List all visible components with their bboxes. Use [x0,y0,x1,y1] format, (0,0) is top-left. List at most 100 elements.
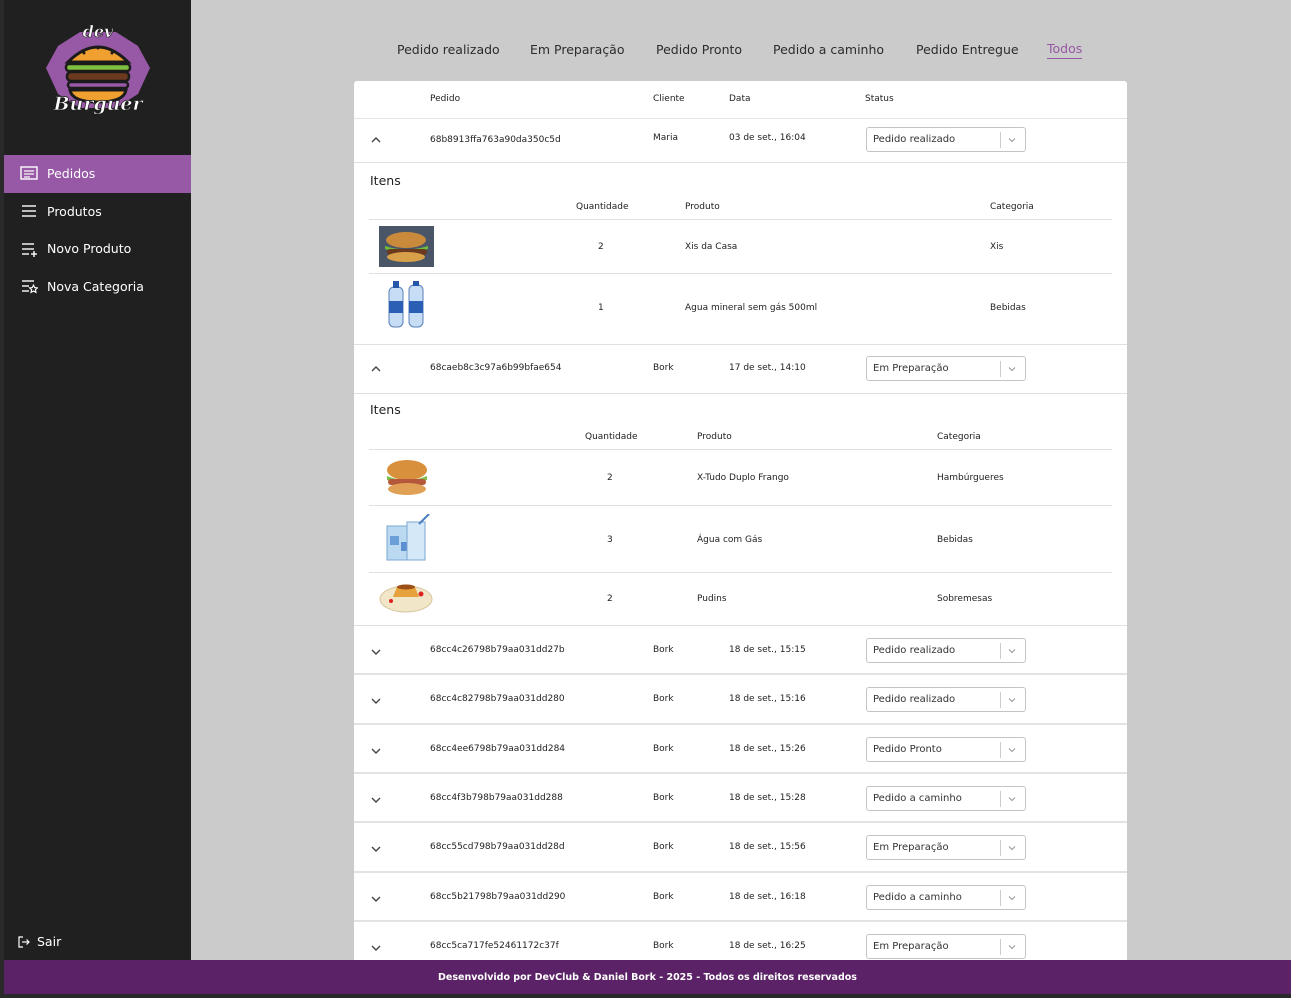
chevron-down-icon [1008,649,1016,654]
order-date: 18 de set., 15:16 [729,694,806,704]
status-select[interactable]: Em Preparação [866,934,1026,959]
chevron-down-icon [1008,846,1016,851]
playlist-star-icon [22,280,38,294]
order-client: Bork [653,645,674,655]
order-id: 68cc4ee6798b79aa031dd284 [430,744,566,754]
order-client: Bork [653,793,674,803]
status-select[interactable]: Pedido a caminho [866,786,1026,811]
sidebar-item-produtos[interactable]: Produtos [4,193,191,231]
status-select-value: Pedido Pronto [873,744,942,755]
items-header-qty: Quantidade [576,202,629,212]
select-divider [1000,361,1001,377]
table-row: 68cc4f3b798b79aa031dd288 Bork 18 de set., … [354,774,1127,823]
burger-photo [379,226,434,267]
status-select[interactable]: Pedido Pronto [866,737,1026,762]
chicken-burger-photo [387,460,427,495]
items-header-qty: Quantidade [585,432,638,442]
tab-pedido-entregue[interactable]: Pedido Entregue [916,42,1019,57]
chevron-down-icon[interactable] [370,745,382,757]
header-cliente: Cliente [653,94,685,104]
select-divider [1000,890,1001,906]
order-id: 68cc5ca717fe52461172c37f [430,941,559,951]
order-date: 17 de set., 14:10 [729,363,806,373]
table-row: 68cc55cd798b79aa031dd28d Bork 18 de set., … [354,823,1127,873]
table-header: Pedido Cliente Data Status [354,81,1127,119]
pudding-photo [379,584,433,613]
table-row: 68cc4ee6798b79aa031dd284 Bork 18 de set., … [354,725,1127,774]
chevron-up-icon[interactable] [370,363,382,375]
chevron-down-icon[interactable] [370,794,382,806]
status-select-value: Pedido realizado [873,645,956,656]
sidebar-item-novo-produto[interactable]: Novo Produto [4,230,191,268]
status-select-value: Pedido realizado [873,694,956,705]
sidebar-item-pedidos[interactable]: Pedidos [4,155,191,193]
chevron-down-icon [1008,896,1016,901]
tab-pedido-a-caminho[interactable]: Pedido a caminho [773,42,884,57]
order-date: 18 de set., 16:25 [729,941,806,951]
item-category: Sobremesas [937,594,993,604]
items-header: Quantidade Produto Categoria [369,427,1112,450]
order-client: Maria [653,133,678,143]
header-pedido: Pedido [430,94,461,104]
tab-todos[interactable]: Todos [1047,41,1083,59]
item-qty: 2 [607,473,613,483]
item-row: 3 Água com Gás Bebidas [369,506,1112,573]
tab-pedido-realizado[interactable]: Pedido realizado [397,42,500,57]
chevron-down-icon[interactable] [370,893,382,905]
item-qty: 3 [607,535,613,545]
status-select[interactable]: Pedido a caminho [866,885,1026,910]
playlist-add-icon [22,243,37,257]
item-product: X-Tudo Duplo Frango [697,473,789,483]
item-qty: 2 [598,242,604,252]
select-divider [1000,742,1001,758]
chevron-down-icon[interactable] [370,695,382,707]
status-select[interactable]: Pedido realizado [866,687,1026,712]
select-divider [1000,939,1001,955]
chevron-down-icon[interactable] [370,942,382,954]
select-divider [1000,132,1001,148]
logout-label: Sair [37,934,62,949]
status-select-value: Pedido a caminho [873,892,962,903]
status-select[interactable]: Em Preparação [866,835,1026,860]
item-row: 2 Pudins Sobremesas [369,573,1112,625]
table-row: 68b8913ffa763a90da350c5d Maria 03 de set… [354,119,1127,163]
items-header-category: Categoria [937,432,981,442]
status-select[interactable]: Pedido realizado [866,127,1026,152]
chevron-down-icon [1008,138,1016,143]
chevron-down-icon [1008,367,1016,372]
sidebar: dev Burguer Pedidos Produtos Novo Produt… [4,0,191,960]
orders-table: Pedido Cliente Data Status 68b8913ffa763… [354,81,1127,971]
logout-button[interactable]: Sair [18,934,61,949]
status-select[interactable]: Pedido realizado [866,638,1026,663]
item-category: Xis [990,242,1004,252]
status-select-value: Em Preparação [873,941,949,952]
items-header-category: Categoria [990,202,1034,212]
status-select[interactable]: Em Preparação [866,356,1026,381]
order-date: 18 de set., 15:28 [729,793,806,803]
select-divider [1000,643,1001,659]
item-category: Hambúrgueres [937,473,1004,483]
item-category: Bebidas [937,535,973,545]
items-header: Quantidade Produto Categoria [369,197,1112,220]
tab-em-preparacao[interactable]: Em Preparação [530,42,625,57]
order-client: Bork [653,892,674,902]
order-id: 68cc4f3b798b79aa031dd288 [430,793,563,803]
order-id: 68cc4c26798b79aa031dd27b [430,645,565,655]
status-select-value: Pedido realizado [873,134,956,145]
order-date: 18 de set., 15:15 [729,645,806,655]
receipt-icon [20,166,38,180]
tab-pedido-pronto[interactable]: Pedido Pronto [656,42,742,57]
chevron-down-icon [1008,945,1016,950]
table-row: 68cc4c82798b79aa031dd280 Bork 18 de set., … [354,675,1127,725]
chevron-down-icon[interactable] [370,646,382,658]
order-client: Bork [653,363,674,373]
item-product: Agua mineral sem gás 500ml [685,303,818,313]
sidebar-item-label: Novo Produto [47,241,132,257]
chevron-up-icon[interactable] [370,134,382,146]
items-header-product: Produto [685,202,720,212]
sidebar-item-nova-categoria[interactable]: Nova Categoria [4,268,191,306]
status-select-value: Pedido a caminho [873,793,962,804]
order-id: 68b8913ffa763a90da350c5d [430,135,561,145]
water-bottles-photo [388,281,424,328]
chevron-down-icon[interactable] [370,843,382,855]
